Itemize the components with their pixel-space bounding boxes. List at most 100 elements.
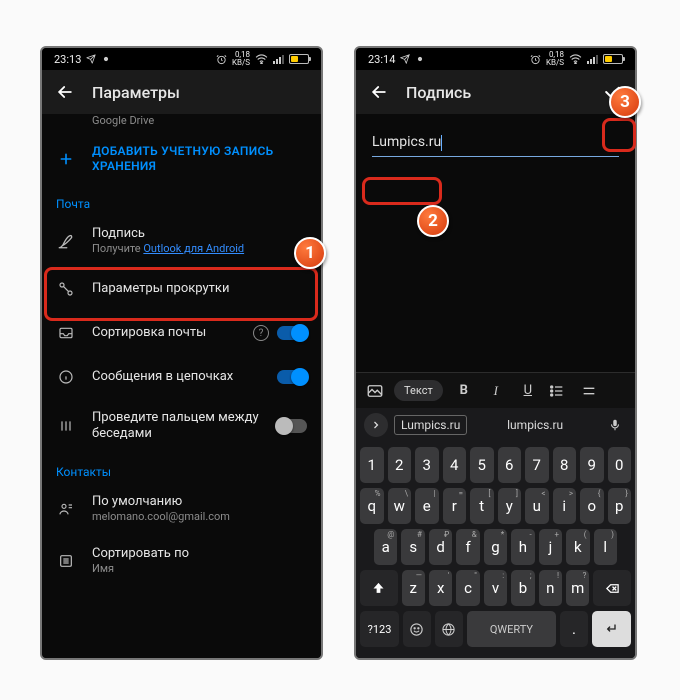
swipe-sub: беседами [92, 426, 261, 442]
clock: 23:14 [368, 53, 395, 66]
key-9[interactable]: 9 [580, 447, 604, 483]
list-icon [56, 553, 76, 569]
key-p[interactable]: p} [608, 488, 632, 524]
section-contacts: Контакты [42, 453, 321, 483]
notification-icon [101, 54, 111, 64]
key-l[interactable]: l) [594, 529, 617, 565]
enter-key[interactable] [592, 611, 631, 647]
status-bar: 23:14 0,18KB/S [356, 48, 635, 70]
back-button[interactable] [368, 81, 390, 103]
inbox-icon [56, 325, 76, 341]
key-0[interactable]: 0 [608, 447, 632, 483]
key-o[interactable]: o{ [580, 488, 604, 524]
key-b[interactable]: b; [511, 570, 534, 606]
underline-button[interactable]: U [517, 383, 539, 398]
settings-list[interactable]: Google Drive ДОБАВИТЬ УЧЕТНУЮ ЗАПИСЬ ХРА… [42, 114, 321, 658]
key-t[interactable]: t[ [470, 488, 494, 524]
sort-row[interactable]: Сортировка почты ? [42, 311, 321, 355]
key-h[interactable]: h- [511, 529, 534, 565]
signature-input[interactable]: Lumpics.ru [372, 130, 619, 157]
phone-settings: 23:13 0,18KB/S Параметры Google Dr [40, 46, 323, 660]
sort-toggle[interactable] [277, 326, 307, 340]
key-8[interactable]: 8 [553, 447, 577, 483]
key-q[interactable]: q% [360, 488, 384, 524]
key-c[interactable]: c" [456, 570, 479, 606]
threads-toggle[interactable] [277, 370, 307, 384]
key-f[interactable]: f& [456, 529, 479, 565]
key-3[interactable]: 3 [415, 447, 439, 483]
threads-row[interactable]: Сообщения в цепочках [42, 355, 321, 399]
backspace-key[interactable] [593, 570, 631, 606]
key-i[interactable]: i> [553, 488, 577, 524]
format-text-chip[interactable]: Текст [394, 380, 443, 401]
sort-label: Сортировка почты [92, 325, 206, 340]
mic-icon[interactable] [603, 413, 627, 437]
default-contact-row[interactable]: По умолчанию melomano.cool@gmail.com [42, 483, 321, 535]
threads-label: Сообщения в цепочках [92, 369, 233, 384]
swipe-toggle[interactable] [277, 419, 307, 433]
scroll-icon [56, 281, 76, 297]
scroll-row[interactable]: Параметры прокрутки [42, 267, 321, 311]
key-y[interactable]: y] [498, 488, 522, 524]
signal-icon [273, 54, 284, 64]
chevron-right-icon[interactable] [364, 413, 388, 437]
suggestion-1[interactable]: Lumpics.ru [394, 415, 467, 435]
key-2[interactable]: 2 [388, 447, 412, 483]
format-image-icon[interactable] [366, 382, 384, 400]
signal-icon [587, 54, 598, 64]
wifi-icon [569, 54, 582, 64]
shift-key[interactable] [360, 570, 398, 606]
symbols-key[interactable]: ?123 [360, 611, 399, 647]
key-row-3: a@s#d₽f&g*h-j+k(l) [360, 529, 631, 565]
key-s[interactable]: s# [401, 529, 424, 565]
key-5[interactable]: 5 [470, 447, 494, 483]
key-6[interactable]: 6 [498, 447, 522, 483]
step-badge-1: 1 [294, 237, 326, 269]
help-icon[interactable]: ? [253, 325, 269, 341]
wifi-icon [255, 54, 268, 64]
battery-icon [603, 54, 623, 64]
bullets-icon[interactable] [549, 383, 571, 399]
key-m[interactable]: m? [566, 570, 589, 606]
header: Подпись [356, 70, 635, 114]
lang-key[interactable] [435, 611, 463, 647]
info-icon [56, 369, 76, 385]
key-e[interactable]: e| [415, 488, 439, 524]
scroll-label: Параметры прокрутки [92, 281, 229, 296]
key-1[interactable]: 1 [360, 447, 384, 483]
key-row-5: ?123 QWERTY . [360, 611, 631, 647]
bold-button[interactable]: B [453, 383, 475, 398]
key-g[interactable]: g* [484, 529, 507, 565]
signature-sub: Получите Outlook для Android [92, 242, 307, 256]
key-u[interactable]: u< [525, 488, 549, 524]
pen-icon [56, 232, 76, 250]
key-r[interactable]: r= [443, 488, 467, 524]
back-button[interactable] [54, 81, 76, 103]
sortby-row[interactable]: Сортировать по Имя [42, 535, 321, 587]
key-n[interactable]: n! [539, 570, 562, 606]
page-title: Параметры [92, 83, 180, 102]
key-d[interactable]: d₽ [429, 529, 452, 565]
key-j[interactable]: j+ [539, 529, 562, 565]
signature-label: Подпись [92, 226, 307, 242]
add-storage-account-button[interactable]: ДОБАВИТЬ УЧЕТНУЮ ЗАПИСЬ ХРАНЕНИЯ [42, 133, 321, 185]
signature-row[interactable]: Подпись Получите Outlook для Android [42, 215, 321, 267]
net-speed: 0,18KB/S [546, 51, 564, 67]
key-4[interactable]: 4 [443, 447, 467, 483]
key-v[interactable]: v: [484, 570, 507, 606]
key-z[interactable]: z— [402, 570, 425, 606]
key-7[interactable]: 7 [525, 447, 549, 483]
swipe-row[interactable]: Проведите пальцем между беседами [42, 399, 321, 453]
emoji-key[interactable] [403, 611, 431, 647]
key-a[interactable]: a@ [374, 529, 397, 565]
dot-key[interactable]: . [560, 611, 588, 647]
italic-button[interactable]: I [485, 383, 507, 399]
key-k[interactable]: k( [566, 529, 589, 565]
outlook-link[interactable]: Outlook для Android [143, 242, 244, 255]
space-key[interactable]: QWERTY [467, 611, 556, 647]
key-w[interactable]: w\ [388, 488, 412, 524]
suggestion-2[interactable]: lumpics.ru [473, 418, 597, 432]
key-x[interactable]: x' [429, 570, 452, 606]
more-icon[interactable] [581, 383, 603, 399]
sortby-label: Сортировать по [92, 546, 307, 562]
